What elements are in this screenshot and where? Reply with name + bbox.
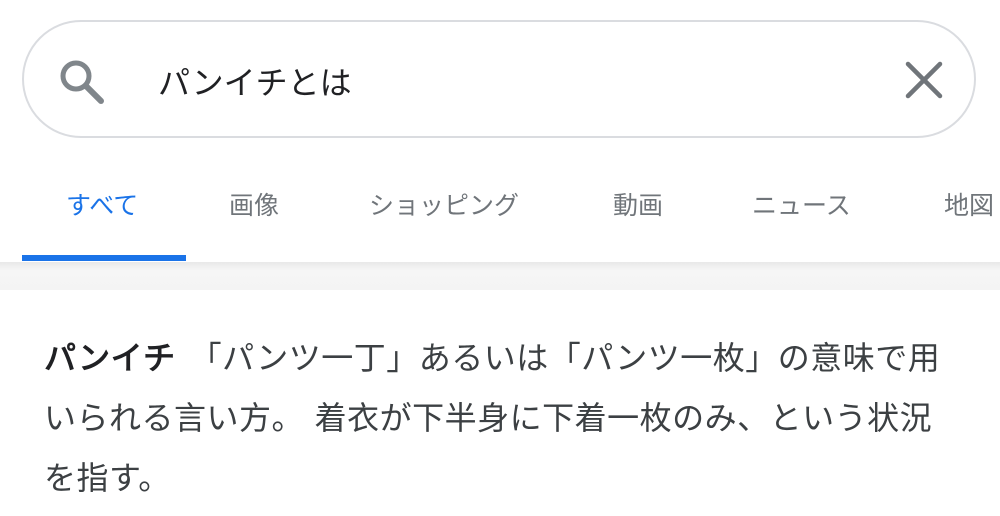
close-icon[interactable] xyxy=(902,58,946,102)
section-divider xyxy=(0,262,1000,290)
snippet-text: パンイチ 「パンツ一丁」あるいは「パンツ一枚」の意味で用いられる言い方。 着衣が下… xyxy=(44,328,964,508)
tab-images[interactable]: 画像 xyxy=(229,186,279,222)
featured-snippet: パンイチ 「パンツ一丁」あるいは「パンツ一枚」の意味で用いられる言い方。 着衣が下… xyxy=(0,290,1000,516)
tab-videos[interactable]: 動画 xyxy=(613,186,663,222)
tab-news[interactable]: ニュース xyxy=(752,186,851,222)
search-icon[interactable] xyxy=(56,56,108,108)
search-bar[interactable] xyxy=(22,20,976,138)
search-tabs: すべて 画像 ショッピング 動画 ニュース 地図 xyxy=(0,160,1000,262)
snippet-term: パンイチ xyxy=(44,339,176,377)
snippet-definition: 「パンツ一丁」あるいは「パンツ一枚」の意味で用いられる言い方。 着衣が下半身に下… xyxy=(44,339,941,497)
active-tab-indicator xyxy=(22,255,186,261)
tab-shopping[interactable]: ショッピング xyxy=(369,186,519,222)
tab-maps[interactable]: 地図 xyxy=(944,186,994,222)
search-input[interactable] xyxy=(158,54,858,108)
tab-all[interactable]: すべて xyxy=(66,186,138,222)
